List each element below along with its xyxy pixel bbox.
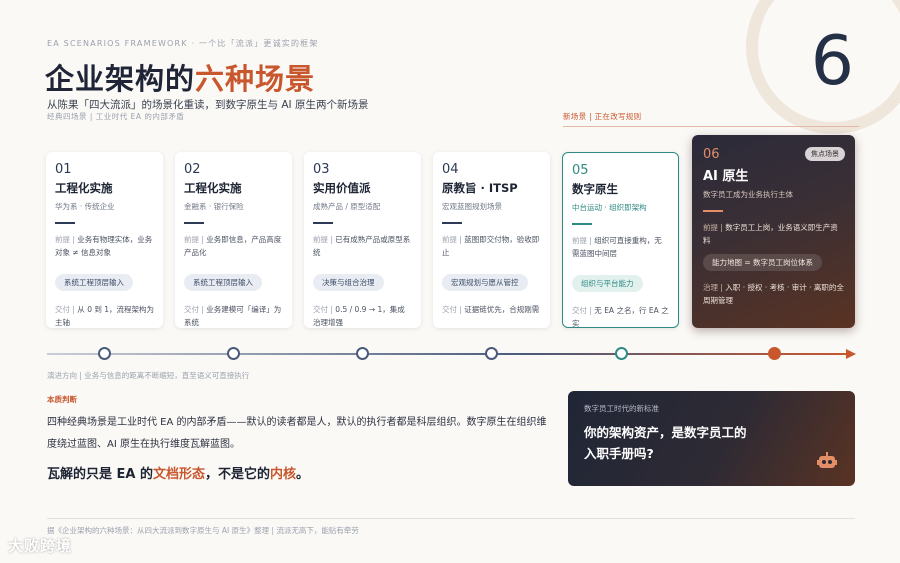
card-name: AI 原生 bbox=[703, 169, 749, 184]
card-tag: 宏观蓝图规划场景 bbox=[442, 202, 502, 211]
card-rule bbox=[184, 222, 204, 224]
classic-scenarios-label: 经典四场景 | 工业时代 EA 的内部矛盾 bbox=[47, 112, 185, 121]
essence-body: 四种经典场景是工业时代 EA 的内部矛盾——默认的读者都是人，默认的执行者都是科… bbox=[47, 417, 547, 450]
card-premise: 前提 | 业务有物理实体，业务对象 ≠ 信息对象 bbox=[55, 235, 153, 257]
title-main: 企业架构的 bbox=[45, 62, 196, 96]
card-chip: 系统工程顶层输入 bbox=[55, 274, 133, 291]
card-rule bbox=[703, 210, 723, 212]
timeline-node-01 bbox=[98, 347, 111, 360]
timeline-node-03 bbox=[356, 347, 369, 360]
card-number: 02 bbox=[184, 162, 201, 177]
timeline-arrow-icon bbox=[846, 349, 856, 359]
footer-source: 据《企业架构的六种场景：从四大流派到数字原生与 AI 原生》整理 | 流派无高下… bbox=[47, 526, 359, 535]
card-name: 原教旨 · ITSP bbox=[442, 181, 518, 195]
scenario-card-04[interactable]: 04 原教旨 · ITSP 宏观蓝图规划场景 前提 | 蓝图即交付物，验收即止 … bbox=[433, 152, 550, 328]
new-scenarios-label: 新场景 | 正在改写规则 bbox=[563, 112, 642, 121]
scenario-card-03[interactable]: 03 实用价值派 成熟产品 / 原型适配 前提 | 已有成熟产品或原型系统 决策… bbox=[304, 152, 421, 328]
card-rule bbox=[572, 223, 592, 225]
card-rule bbox=[55, 222, 75, 224]
watermark: 大败跨境 bbox=[8, 537, 73, 555]
card-premise: 前提 | 组织可直接重构，无需蓝图中间层 bbox=[572, 236, 662, 258]
scenario-card-02[interactable]: 02 工程化实施 金融系 · 银行保险 前提 | 业务即信息，产品高度产品化 系… bbox=[175, 152, 292, 328]
robot-icon bbox=[817, 452, 837, 468]
timeline-node-04 bbox=[485, 347, 498, 360]
scenario-card-05[interactable]: 05 数字原生 中台运动 · 组织即架构 前提 | 组织可直接重构，无需蓝图中间… bbox=[562, 152, 679, 328]
card-premise: 前提 | 业务即信息，产品高度产品化 bbox=[184, 235, 282, 257]
new-standard-label: 数字员工时代的新标准 bbox=[584, 404, 659, 413]
timeline-node-06 bbox=[768, 347, 781, 360]
title-highlight: 六种场景 bbox=[195, 62, 316, 96]
card-deliver: 交付 | 业务建模可「编译」为系统 bbox=[184, 305, 282, 327]
card-deliver: 交付 | 证据链优先，合规刚需 bbox=[442, 305, 540, 314]
card-name: 工程化实施 bbox=[55, 181, 113, 195]
scenario-card-06-focus[interactable]: 焦点场景 06 AI 原生 数字员工成为业务执行主体 前提 | 数字员工上岗，业… bbox=[692, 135, 855, 328]
card-number: 05 bbox=[572, 163, 589, 178]
card-number: 01 bbox=[55, 162, 72, 177]
card-number: 04 bbox=[442, 162, 459, 177]
new-scenarios-divider bbox=[563, 126, 859, 127]
card-deliver: 交付 | 0.5 / 0.9 → 1，集成治理增强 bbox=[313, 305, 405, 327]
scenario-card-01[interactable]: 01 工程化实施 华为系 · 传统企业 前提 | 业务有物理实体，业务对象 ≠ … bbox=[46, 152, 163, 328]
card-chip: 决策与组合治理 bbox=[313, 274, 384, 291]
timeline-node-02 bbox=[227, 347, 240, 360]
card-premise: 前提 | 蓝图即交付物，验收即止 bbox=[442, 235, 540, 257]
card-tag: 中台运动 · 组织即架构 bbox=[572, 203, 647, 212]
card-governance: 治理 | 入职 · 授权 · 考核 · 审计 · 离职的全周期管理 bbox=[703, 283, 844, 305]
card-name: 实用价值派 bbox=[313, 181, 371, 195]
card-deliver: 交付 | 无 EA 之名，行 EA 之实 bbox=[572, 306, 669, 328]
focus-badge: 焦点场景 bbox=[805, 147, 845, 161]
card-chip: 宏观规划与愿从管控 bbox=[442, 274, 528, 291]
card-premise: 前提 | 已有成熟产品或原型系统 bbox=[313, 235, 411, 257]
card-number: 03 bbox=[313, 162, 330, 177]
new-standard-question: 你的架构资产，是数字员工的 入职手册吗? bbox=[584, 425, 747, 461]
card-tag: 华为系 · 传统企业 bbox=[55, 202, 115, 211]
card-tag: 数字员工成为业务执行主体 bbox=[703, 190, 793, 199]
card-deliver: 交付 | 从 0 到 1，流程架构为主轴 bbox=[55, 305, 155, 327]
framework-kicker: EA SCENARIOS FRAMEWORK · 一个比「流派」更诚实的框架 bbox=[47, 39, 319, 48]
timeline-note: 演进方向 | 业务与信息的距离不断缩短，直至语义可直接执行 bbox=[47, 371, 250, 380]
timeline-node-05 bbox=[615, 347, 628, 360]
essence-label: 本质判断 bbox=[47, 395, 77, 404]
card-premise: 前提 | 数字员工上岗，业务语义即生产资料 bbox=[703, 223, 838, 245]
evolution-timeline bbox=[47, 353, 847, 355]
footer-divider bbox=[47, 518, 855, 519]
page-subtitle: 从陈果「四大流派」的场景化重读，到数字原生与 AI 原生两个新场景 bbox=[47, 99, 369, 111]
card-name: 数字原生 bbox=[572, 182, 618, 196]
card-rule bbox=[442, 222, 462, 224]
new-standard-box: 数字员工时代的新标准 你的架构资产，是数字员工的 入职手册吗? bbox=[568, 391, 855, 486]
card-tag: 成熟产品 / 原型适配 bbox=[313, 202, 381, 211]
card-name: 工程化实施 bbox=[184, 181, 242, 195]
card-tag: 金融系 · 银行保险 bbox=[184, 202, 244, 211]
card-chip: 系统工程顶层输入 bbox=[184, 274, 262, 291]
big-number: 6 bbox=[810, 22, 854, 101]
page-title: 企业架构的六种场景 bbox=[45, 56, 315, 98]
card-rule bbox=[313, 222, 333, 224]
card-chip: 能力地图 = 数字员工岗位体系 bbox=[703, 254, 823, 271]
essence-quote: 瓦解的只是 EA 的文档形态，不是它的内核。 bbox=[47, 467, 310, 482]
card-chip: 组织与平台能力 bbox=[572, 275, 643, 292]
